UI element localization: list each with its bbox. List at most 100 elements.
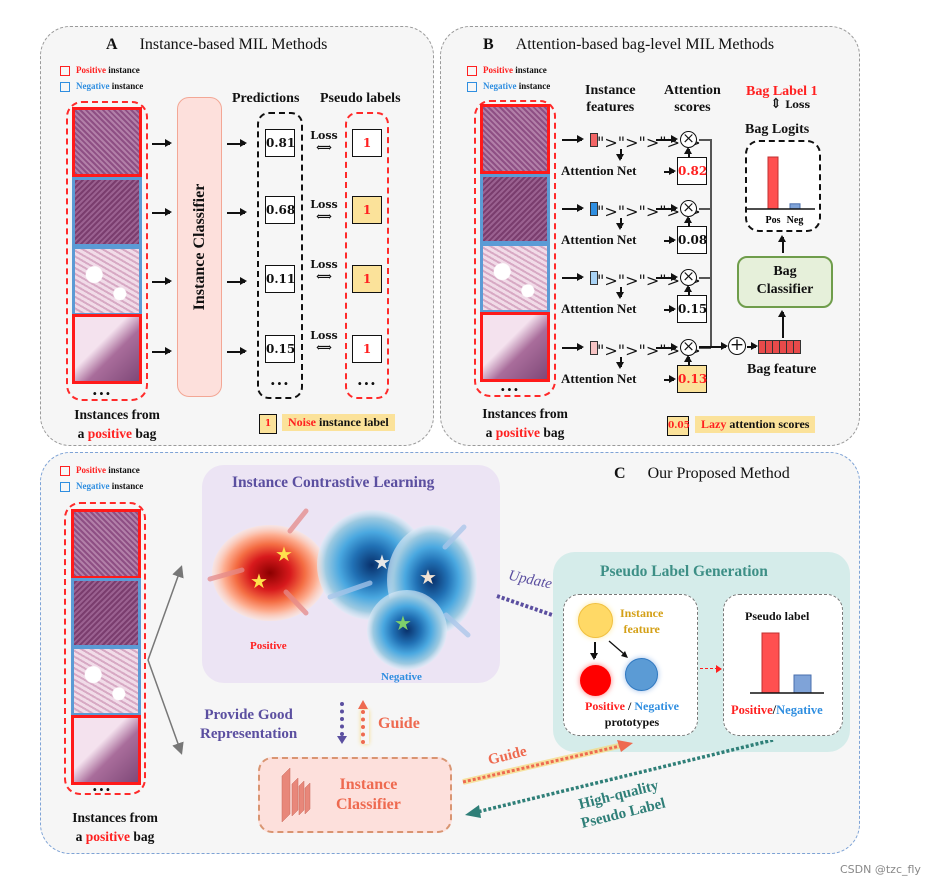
instance-features-header: Instance features [585, 83, 636, 115]
bar-positive [761, 632, 780, 694]
arrow-right [656, 274, 678, 280]
bidirectional-arrow-icon: ⟺ [316, 270, 332, 283]
legend-negative: Negative instance [60, 478, 143, 494]
instance-feature-label: Instance feature [620, 606, 664, 636]
bag-caption: Instances from a positive bag [72, 810, 158, 844]
star-icon: ★ [373, 550, 391, 574]
pseudo-label-value: 1 [352, 129, 382, 157]
up-dotted-arrow [361, 710, 369, 744]
branch-arrows [147, 565, 184, 755]
instance-tile-positive [71, 715, 141, 785]
arrow-right [562, 274, 584, 280]
arrow-up [685, 147, 691, 157]
prediction-value: 0.68 [265, 196, 295, 224]
pseudo-label-noise: 1 [352, 196, 382, 224]
arrow-right [562, 136, 584, 142]
attention-score: 0.15 [677, 295, 707, 323]
panel-b-legend: Positive instance Negative instance [467, 62, 550, 94]
bag-logits-chart: Pos Neg [745, 140, 821, 232]
arrowhead-icon [716, 665, 722, 673]
arrow-right [227, 140, 247, 146]
arrow-down [617, 287, 623, 299]
plg-title: Pseudo Label Generation [600, 563, 768, 580]
arrow-up [685, 285, 691, 295]
instance-feature-circle [578, 603, 613, 638]
loss-label: Loss ⟺ [306, 330, 342, 354]
arrow-right [664, 168, 676, 174]
aggregation-line [710, 139, 712, 347]
prediction-value: 0.81 [265, 129, 295, 157]
instance-tile-positive [72, 107, 142, 177]
arrow-up [685, 355, 691, 365]
multiply-icon: × [680, 269, 697, 286]
arrow-up [779, 235, 785, 253]
tick-label: Pos [766, 215, 781, 226]
attention-score-lazy: 0.13 [677, 365, 707, 393]
pseudo-label-value: 1 [352, 335, 382, 363]
arrow-up [685, 216, 691, 226]
arrow-right [664, 376, 676, 382]
negative-square-icon [467, 81, 477, 92]
legend-positive: Positive instance [60, 462, 143, 478]
panel-c-legend: Positive instance Negative instance [60, 462, 143, 494]
panel-c-letter: C [614, 465, 626, 482]
pseudo-label-noise: 1 [352, 265, 382, 293]
arrowhead-down-icon [337, 736, 347, 744]
more-predictions: ... [270, 370, 290, 389]
star-icon: ★ [275, 542, 293, 566]
arrowhead-up-icon [358, 700, 368, 709]
panel-a-letter: A [106, 36, 118, 53]
multiply-icon: × [680, 200, 697, 217]
legend-negative: Negative instance [467, 78, 550, 94]
arrow-down [591, 642, 597, 660]
positive-cluster-label: Positive [250, 640, 287, 652]
negative-prototype [625, 658, 658, 691]
star-icon: ★ [419, 565, 437, 589]
legend-positive: Positive instance [467, 62, 550, 78]
prediction-value: 0.15 [265, 335, 295, 363]
positive-square-icon [467, 65, 477, 76]
panel-a-title: A Instance-based MIL Methods [106, 36, 328, 53]
instance-tile-negative [71, 646, 141, 716]
arrowhead-icon [617, 740, 633, 752]
negative-cluster-label: Negative [381, 671, 422, 683]
instance-tile-positive [480, 104, 550, 174]
pseudo-labels-header: Pseudo labels [320, 91, 401, 106]
arrow-right [227, 209, 247, 215]
instance-tile-negative [480, 243, 550, 313]
down-dotted-arrow [340, 702, 348, 736]
arrow-down [617, 149, 623, 161]
tick-label: Neg [787, 215, 804, 226]
bidirectional-arrow-icon: ⟺ [316, 141, 332, 154]
bag-logits-title: Bag Logits [745, 122, 810, 137]
instance-tile-positive [72, 314, 142, 384]
arrow-right [747, 343, 758, 349]
arrow-right [152, 348, 172, 354]
positive-prototype [580, 665, 611, 696]
arrow-right [227, 278, 247, 284]
noise-key-label: Noise instance label [282, 414, 395, 431]
guide-label: Guide [378, 715, 420, 732]
arrow-right [656, 205, 678, 211]
attention-net-label: Attention Net [561, 232, 637, 247]
lazy-key-swatch: 0.05 [667, 416, 690, 436]
arrow-right [699, 343, 728, 349]
loss-label: Loss ⟺ [306, 199, 342, 223]
bag-caption: Instances from a positive bag [74, 407, 160, 441]
panel-b-letter: B [483, 36, 494, 53]
arrow-right [152, 140, 172, 146]
bar-negative [793, 674, 812, 694]
bag-classifier: Bag Classifier [737, 256, 833, 308]
attention-net-label: Attention Net [561, 163, 637, 178]
arrow-diagonal [608, 640, 628, 658]
legend-positive: Positive instance [60, 62, 143, 78]
instance-tile-negative [72, 246, 142, 316]
arrow-right [227, 348, 247, 354]
negative-square-icon [60, 481, 70, 492]
positive-square-icon [60, 65, 70, 76]
pull-arrow [287, 508, 309, 534]
bag-caption: Instances from a positive bag [482, 406, 568, 440]
instance-tile-negative [72, 177, 142, 247]
multiply-icon: × [680, 339, 697, 356]
arrow-to-contrastive [147, 565, 184, 661]
